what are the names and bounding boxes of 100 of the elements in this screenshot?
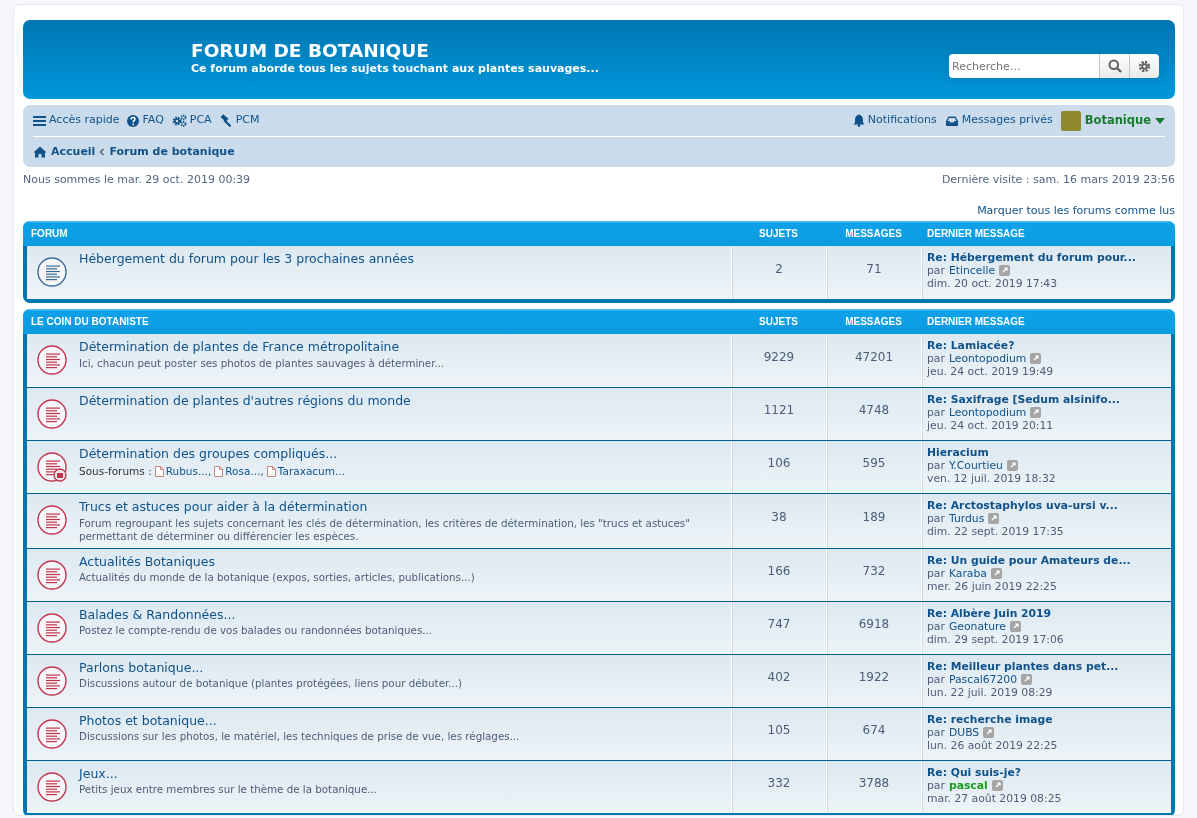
forum-description: Ici, chacun peut poster ses photos de plantes sauvages à déterminer...: [79, 356, 446, 370]
nav-link[interactable]: Accès rapide: [33, 112, 120, 129]
view-post-icon[interactable]: [1021, 673, 1033, 685]
topic-count: 402: [731, 654, 826, 707]
category-title: FORUM: [30, 227, 69, 241]
by-label: par: [927, 352, 945, 365]
forum-title-link[interactable]: Trucs et astuces pour aider à la détermination: [79, 499, 368, 515]
view-post-icon[interactable]: [983, 726, 995, 738]
nav-link[interactable]: FAQ: [127, 112, 164, 129]
view-post-icon[interactable]: [991, 779, 1003, 791]
view-post-icon[interactable]: [1030, 353, 1042, 364]
forum-description: Petits jeux entre membres sur le thème de la botanique...: [79, 783, 379, 796]
menu-icon: [33, 114, 46, 127]
last-post-link[interactable]: Re: Meilleur plantes dans pet...: [927, 659, 1119, 673]
view-post-icon[interactable]: [988, 513, 1000, 524]
forum-title-link[interactable]: Photos et botanique...: [79, 712, 217, 729]
breadcrumb-link[interactable]: Forum de botanique: [109, 143, 235, 161]
view-post-icon[interactable]: [990, 567, 1002, 579]
nav-link[interactable]: Notifications: [852, 112, 937, 129]
view-post-icon[interactable]: [1009, 620, 1021, 632]
post-count: 71: [826, 246, 921, 299]
last-post-link[interactable]: Re: Albère Juin 2019: [927, 606, 1052, 620]
last-post-time: dim. 29 sept. 2019 17:06: [927, 632, 1065, 646]
post-count: 3788: [826, 760, 921, 813]
forum-description: Postez le compte-rendu de vos balades ou randonnées botaniques...: [79, 624, 434, 637]
column-header: MESSAGES: [844, 315, 903, 329]
last-post-time: lun. 22 juil. 2019 08:29: [927, 685, 1054, 699]
author-link[interactable]: Leontopodium: [948, 406, 1027, 419]
author-link[interactable]: Geonature: [948, 619, 1006, 633]
post-count: 6918: [826, 601, 921, 654]
last-post-time: ven. 12 juil. 2019 18:32: [927, 472, 1057, 485]
by-label: par: [927, 672, 945, 686]
nav-link[interactable]: PCM: [219, 112, 260, 129]
topic-count: 332: [731, 760, 826, 813]
forum-title-link[interactable]: Détermination de plantes d'autres régions du monde: [79, 393, 411, 409]
subforum-link[interactable]: Rosa...,: [214, 463, 264, 480]
nav-link[interactable]: PCA: [171, 112, 212, 129]
column-header: SUJETS: [758, 315, 799, 329]
caret-down-icon: [1155, 117, 1165, 124]
gears-icon: [171, 114, 187, 127]
by-label: par: [927, 512, 945, 525]
author-link[interactable]: Pascal67200: [948, 672, 1018, 686]
last-post-time: mar. 27 août 2019 08:25: [927, 791, 1063, 805]
forum-title-link[interactable]: Parlons botanique...: [79, 659, 204, 676]
avatar-placeholder: [1060, 110, 1081, 131]
page-icon: [154, 465, 164, 477]
breadcrumb-link[interactable]: Accueil: [33, 143, 96, 161]
bell-icon: [852, 114, 865, 127]
by-label: par: [927, 725, 945, 739]
last-post-time: dim. 20 oct. 2019 17:43: [927, 277, 1059, 290]
subforums-label: Sous-forums :: [79, 463, 152, 479]
forum-title-link[interactable]: Actualités Botaniques: [79, 553, 215, 570]
column-header: MESSAGES: [844, 227, 903, 241]
mark-read-link[interactable]: Marquer tous les forums comme lus: [977, 203, 1175, 217]
last-post-link[interactable]: Re: Arctostaphylos uva-ursi v...: [927, 499, 1118, 512]
last-post-link[interactable]: Re: Saxifrage [Sedum alsinifo...: [927, 393, 1120, 406]
author-link[interactable]: Y.Courtieu: [948, 459, 1003, 472]
search-field[interactable]: Recherche…: [949, 54, 1099, 78]
author-link[interactable]: Etincelle: [948, 264, 996, 277]
page-icon: [266, 465, 276, 477]
last-post-link[interactable]: Re: Qui suis-je?: [927, 765, 1022, 779]
forum-description: Discussions sur les photos, le matériel, les techniques de prise de vue, les réglages...: [79, 730, 521, 743]
hammer-icon: [219, 114, 233, 127]
forum-title-link[interactable]: Détermination des groupes compliqués...: [79, 446, 338, 462]
last-post-time: jeu. 24 oct. 2019 20:11: [927, 419, 1055, 432]
column-header: SUJETS: [758, 227, 799, 241]
view-post-icon[interactable]: [999, 265, 1011, 276]
by-label: par: [927, 459, 945, 472]
last-post-link[interactable]: Re: Lamiacée?: [927, 339, 1015, 352]
author-link[interactable]: Turdus: [948, 512, 985, 525]
by-label: par: [927, 619, 945, 633]
last-post-link[interactable]: Re: recherche image: [927, 712, 1053, 726]
author-link[interactable]: Karaba: [948, 566, 987, 580]
forum-title-link[interactable]: Hébergement du forum pour les 3 prochaines années: [79, 251, 415, 267]
forum-title-link[interactable]: Jeux...: [79, 765, 118, 782]
site-description: Ce forum aborde tous les sujets touchant aux plantes sauvages...: [191, 61, 599, 78]
forum-description: Actualités du monde de la botanique (expos, sorties, articles, publications...): [79, 571, 476, 584]
search-settings-button[interactable]: [1129, 54, 1159, 78]
forum-description: Forum regroupant les sujets concernant les clés de détermination, les critères de détermination, les "trucs et astuces" permettant de déterminer ou différencier les espèces.: [79, 516, 691, 543]
site-title: FORUM DE BOTANIQUE: [191, 41, 430, 62]
subforum-link[interactable]: Taraxacum...: [266, 463, 345, 480]
inbox-icon: [944, 114, 959, 127]
current-time: Nous sommes le mar. 29 oct. 2019 00:39: [23, 172, 251, 188]
nav-link[interactable]: Messages privés: [944, 112, 1053, 129]
page-icon: [214, 465, 224, 477]
last-post-link[interactable]: Hieracium: [927, 446, 989, 459]
forum-title-link[interactable]: Détermination de plantes de France métropolitaine: [79, 339, 400, 355]
forum-title-link[interactable]: Balades & Randonnées...: [79, 606, 236, 623]
user-menu[interactable]: Botanique: [1060, 110, 1165, 131]
search-button[interactable]: [1099, 54, 1129, 78]
last-post-link[interactable]: Re: Un guide pour Amateurs de...: [927, 553, 1131, 567]
view-post-icon[interactable]: [1006, 460, 1018, 471]
last-visit: Dernière visite : sam. 16 mars 2019 23:56: [941, 172, 1175, 188]
last-post-link[interactable]: Re: Hébergement du forum pour...: [927, 251, 1136, 264]
view-post-icon[interactable]: [1030, 407, 1042, 418]
by-label: par: [927, 406, 945, 419]
column-header: DERNIER MESSAGE: [926, 315, 1026, 329]
author-link[interactable]: Leontopodium: [948, 352, 1027, 365]
subforum-link[interactable]: Rubus...,: [154, 463, 212, 480]
author-link[interactable]: DUBS: [948, 725, 980, 739]
